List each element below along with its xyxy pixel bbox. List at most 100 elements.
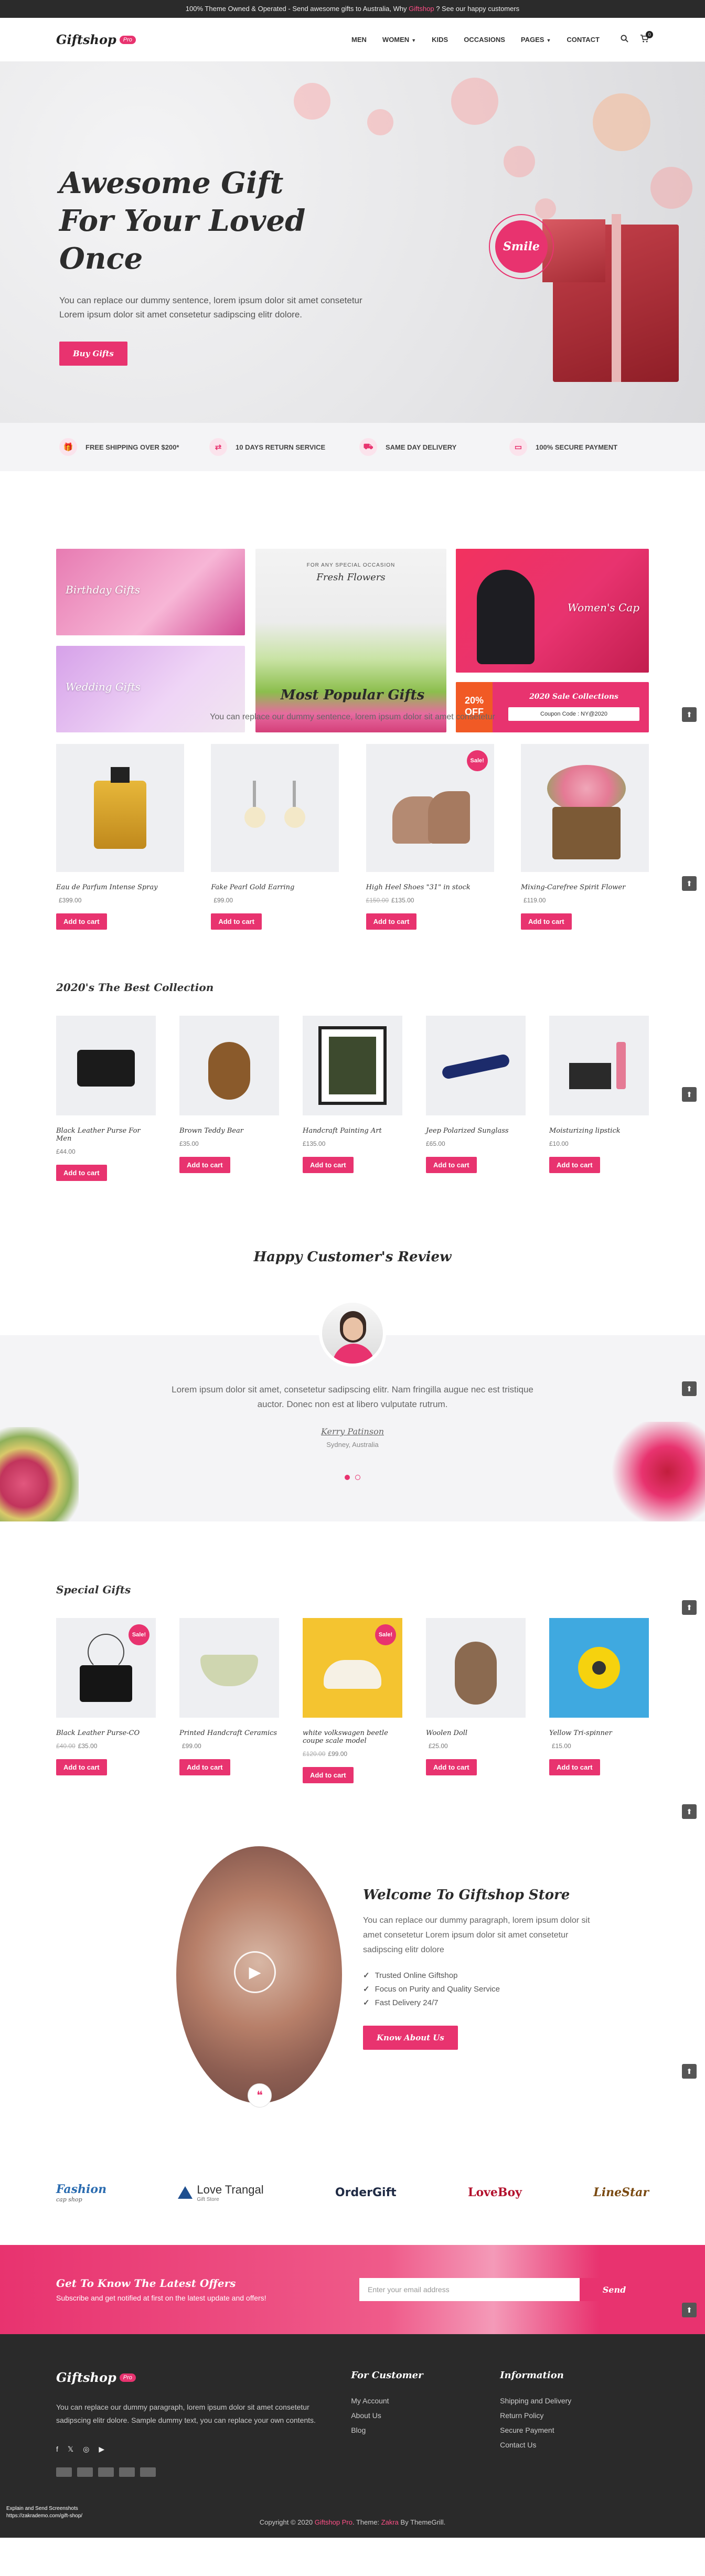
- theme-link[interactable]: Zakra: [381, 2518, 399, 2526]
- product-image[interactable]: Sale!: [366, 744, 494, 872]
- add-to-cart-button[interactable]: Add to cart: [56, 913, 107, 930]
- site-logo[interactable]: Giftshop Pro: [56, 32, 136, 47]
- know-about-us-button[interactable]: Know About Us: [363, 2026, 458, 2050]
- footer-link[interactable]: Contact Us: [500, 2437, 649, 2452]
- product-title[interactable]: Black Leather Purse For Men: [56, 1127, 156, 1143]
- nav-item-kids[interactable]: KIDS: [432, 36, 448, 44]
- carousel-dot[interactable]: [345, 1475, 350, 1480]
- product-card[interactable]: Yellow Tri-spinner £15.00 Add to cart: [549, 1618, 649, 1783]
- scroll-up-icon[interactable]: ⬆: [682, 1804, 697, 1819]
- product-title[interactable]: Jeep Polarized Sunglass: [426, 1127, 526, 1135]
- product-title[interactable]: Brown Teddy Bear: [179, 1127, 279, 1135]
- product-image[interactable]: [211, 744, 339, 872]
- product-title[interactable]: High Heel Shoes "31" in stock: [366, 883, 494, 891]
- product-image[interactable]: [426, 1016, 526, 1115]
- scroll-up-icon[interactable]: ⬆: [682, 1600, 697, 1615]
- product-image[interactable]: [56, 1016, 156, 1115]
- product-card[interactable]: Fake Pearl Gold Earring £99.00 Add to ca…: [211, 744, 339, 930]
- scroll-up-icon[interactable]: ⬆: [682, 2064, 697, 2079]
- scroll-up-icon[interactable]: ⬆: [682, 2303, 697, 2317]
- product-image[interactable]: [179, 1618, 279, 1718]
- footer-logo[interactable]: Giftshop Pro: [56, 2370, 351, 2385]
- product-title[interactable]: Moisturizing lipstick: [549, 1127, 649, 1135]
- product-title[interactable]: Black Leather Purse-CO: [56, 1729, 156, 1737]
- product-card[interactable]: Sale! High Heel Shoes "31" in stock £150…: [366, 744, 494, 930]
- product-card[interactable]: Black Leather Purse For Men £44.00 Add t…: [56, 1016, 156, 1181]
- add-to-cart-button[interactable]: Add to cart: [549, 1157, 600, 1173]
- carousel-dot[interactable]: [355, 1475, 360, 1480]
- product-title[interactable]: Printed Handcraft Ceramics: [179, 1729, 279, 1737]
- product-card[interactable]: Printed Handcraft Ceramics £99.00 Add to…: [179, 1618, 279, 1783]
- add-to-cart-button[interactable]: Add to cart: [56, 1165, 107, 1181]
- add-to-cart-button[interactable]: Add to cart: [179, 1759, 230, 1775]
- product-title[interactable]: Handcraft Painting Art: [303, 1127, 402, 1135]
- product-title[interactable]: white volkswagen beetle coupe scale mode…: [303, 1729, 402, 1745]
- brand-logo-ordergift[interactable]: OrderGift: [335, 2186, 397, 2199]
- footer-link[interactable]: My Account: [351, 2393, 500, 2408]
- add-to-cart-button[interactable]: Add to cart: [426, 1157, 477, 1173]
- add-to-cart-button[interactable]: Add to cart: [303, 1767, 354, 1783]
- scroll-up-icon[interactable]: ⬆: [682, 1087, 697, 1102]
- brand-logo-linestar[interactable]: LineStar: [593, 2186, 649, 2199]
- product-card[interactable]: Woolen Doll £25.00 Add to cart: [426, 1618, 526, 1783]
- footer-link[interactable]: Shipping and Delivery: [500, 2393, 649, 2408]
- product-card[interactable]: Sale! white volkswagen beetle coupe scal…: [303, 1618, 402, 1783]
- announcement-brand-link[interactable]: Giftshop: [409, 5, 434, 13]
- footer-link[interactable]: Return Policy: [500, 2408, 649, 2423]
- search-icon[interactable]: [621, 34, 628, 45]
- add-to-cart-button[interactable]: Add to cart: [56, 1759, 107, 1775]
- nav-item-pages[interactable]: PAGES ▼: [521, 36, 551, 44]
- banner-womens-cap[interactable]: Women's Cap: [456, 549, 649, 673]
- nav-item-women[interactable]: WOMEN ▼: [382, 36, 416, 44]
- product-card[interactable]: Moisturizing lipstick £10.00 Add to cart: [549, 1016, 649, 1181]
- store-video-image[interactable]: ▶: [176, 1846, 342, 2103]
- product-image[interactable]: Sale!: [56, 1618, 156, 1718]
- brand-logo-loveboy[interactable]: LoveBoy: [468, 2186, 522, 2199]
- brand-logo-love-trangal[interactable]: Love Trangal Gift Store: [178, 2183, 264, 2202]
- product-title[interactable]: Woolen Doll: [426, 1729, 526, 1737]
- email-field[interactable]: Enter your email address: [359, 2278, 580, 2301]
- facebook-icon[interactable]: f: [56, 2445, 58, 2454]
- product-card[interactable]: Brown Teddy Bear £35.00 Add to cart: [179, 1016, 279, 1181]
- scroll-up-icon[interactable]: ⬆: [682, 876, 697, 891]
- product-image[interactable]: [426, 1618, 526, 1718]
- youtube-icon[interactable]: ▶: [99, 2445, 104, 2454]
- copyright-brand-link[interactable]: Giftshop Pro: [315, 2518, 352, 2526]
- scroll-up-icon[interactable]: ⬆: [682, 1381, 697, 1396]
- product-card[interactable]: Sale! Black Leather Purse-CO £40.00 £35.0…: [56, 1618, 156, 1783]
- product-card[interactable]: Eau de Parfum Intense Spray £399.00 Add …: [56, 744, 184, 930]
- nav-item-contact[interactable]: CONTACT: [567, 36, 600, 44]
- buy-gifts-button[interactable]: Buy Gifts: [59, 342, 127, 366]
- add-to-cart-button[interactable]: Add to cart: [179, 1157, 230, 1173]
- add-to-cart-button[interactable]: Add to cart: [211, 913, 262, 930]
- product-card[interactable]: Handcraft Painting Art £135.00 Add to ca…: [303, 1016, 402, 1181]
- nav-item-occasions[interactable]: OCCASIONS: [464, 36, 505, 44]
- add-to-cart-button[interactable]: Add to cart: [520, 913, 572, 930]
- add-to-cart-button[interactable]: Add to cart: [303, 1157, 354, 1173]
- logo-text[interactable]: Giftshop: [56, 32, 116, 47]
- cart-icon[interactable]: 0: [640, 30, 653, 45]
- product-card[interactable]: Mixing-Carefree Spirit Flower £119.00 Ad…: [520, 744, 649, 930]
- brand-logo-fashion[interactable]: Fashion cap shop: [56, 2183, 106, 2203]
- product-image[interactable]: [179, 1016, 279, 1115]
- play-icon[interactable]: ▶: [234, 1951, 276, 1993]
- product-title[interactable]: Eau de Parfum Intense Spray: [56, 883, 184, 891]
- product-title[interactable]: Yellow Tri-spinner: [549, 1729, 649, 1737]
- product-image[interactable]: Sale!: [303, 1618, 402, 1718]
- product-image[interactable]: [56, 744, 184, 872]
- send-button[interactable]: Send: [580, 2278, 649, 2301]
- footer-link[interactable]: Blog: [351, 2423, 500, 2437]
- product-card[interactable]: Jeep Polarized Sunglass £65.00 Add to ca…: [426, 1016, 526, 1181]
- nav-item-men[interactable]: MEN: [351, 36, 367, 44]
- product-title[interactable]: Mixing-Carefree Spirit Flower: [521, 883, 649, 891]
- twitter-icon[interactable]: 𝕏: [68, 2445, 73, 2454]
- scroll-up-icon[interactable]: ⬆: [682, 707, 697, 722]
- product-image[interactable]: [549, 1016, 649, 1115]
- product-title[interactable]: Fake Pearl Gold Earring: [211, 883, 339, 891]
- product-image[interactable]: [520, 744, 649, 872]
- footer-link[interactable]: Secure Payment: [500, 2423, 649, 2437]
- add-to-cart-button[interactable]: Add to cart: [366, 913, 417, 930]
- add-to-cart-button[interactable]: Add to cart: [549, 1759, 600, 1775]
- product-image[interactable]: [303, 1016, 402, 1115]
- banner-birthday-gifts[interactable]: Birthday Gifts: [56, 549, 245, 635]
